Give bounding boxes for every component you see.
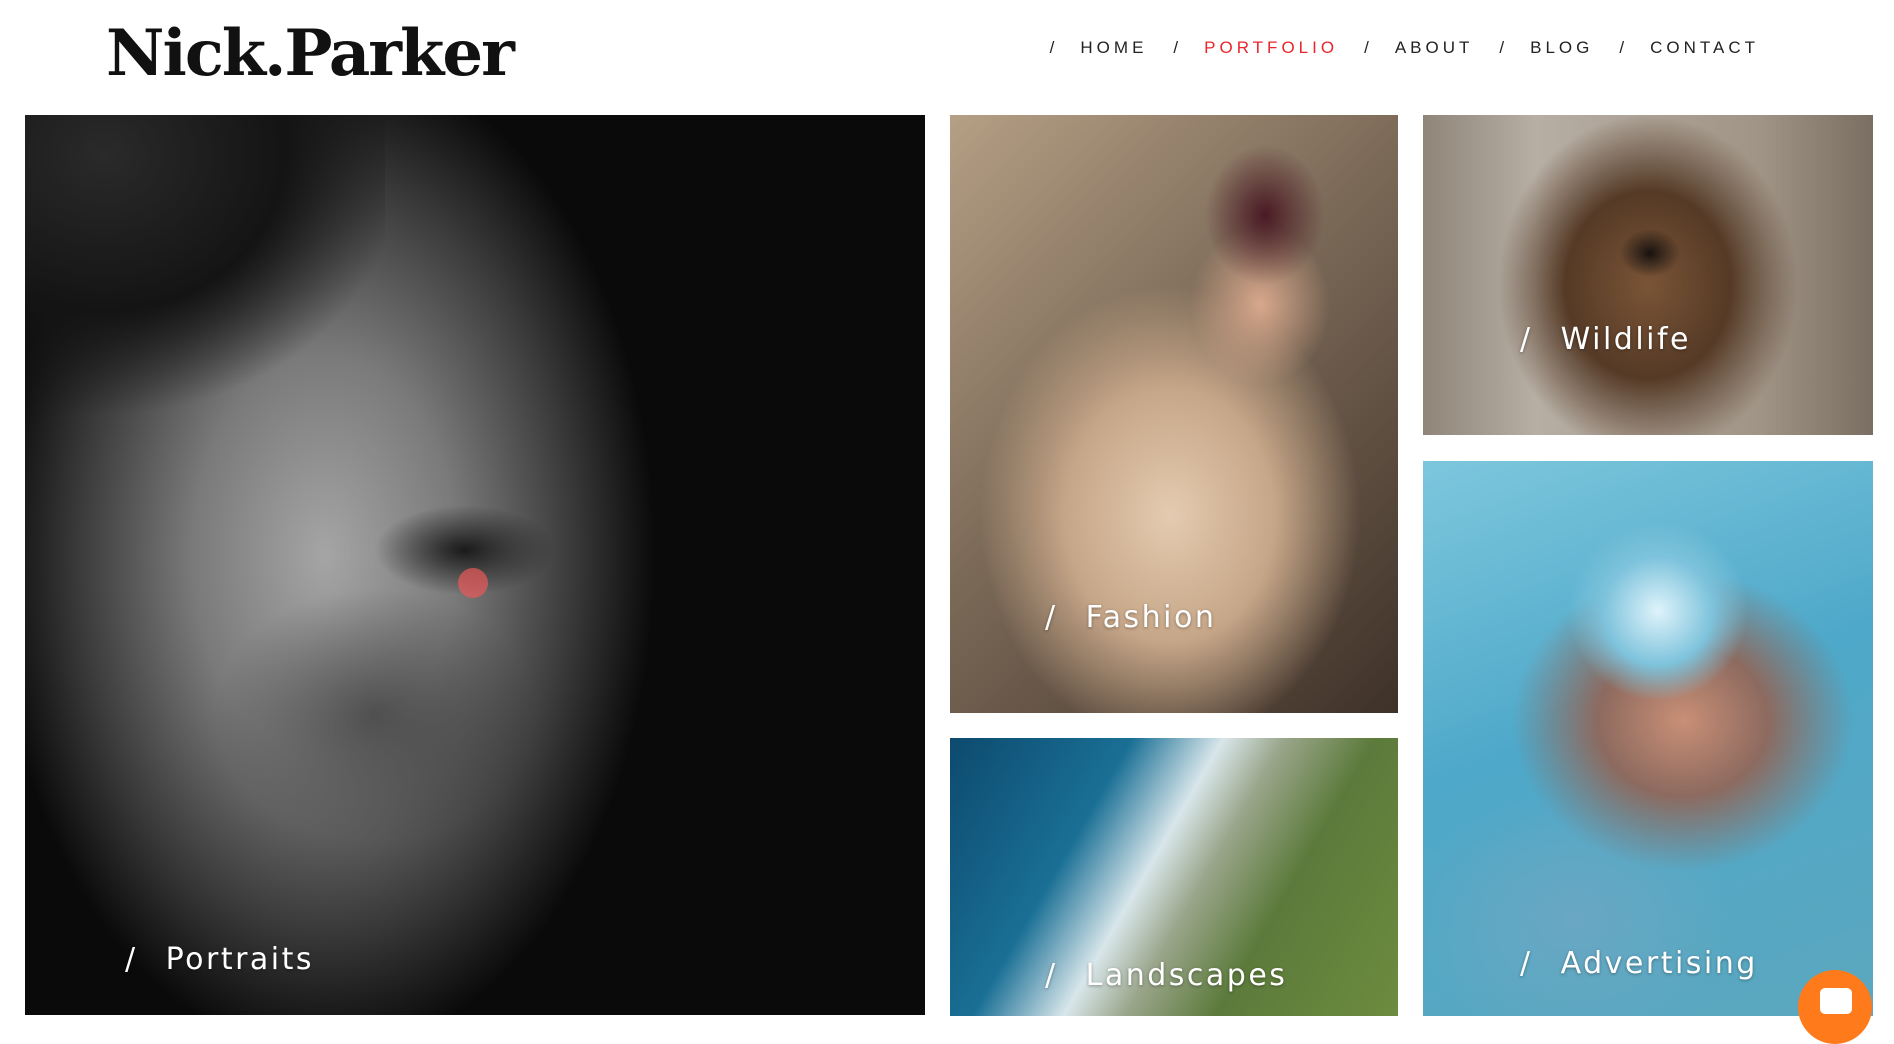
portfolio-tile-fashion[interactable]: / Fashion bbox=[950, 115, 1398, 713]
tile-slash: / bbox=[1045, 958, 1058, 993]
wildlife-image bbox=[1423, 115, 1873, 435]
cursor-indicator bbox=[458, 568, 488, 598]
portfolio-tile-wildlife[interactable]: / Wildlife bbox=[1423, 115, 1873, 435]
portraits-image-hair bbox=[25, 115, 385, 415]
portfolio-tile-advertising[interactable]: / Advertising bbox=[1423, 461, 1873, 1016]
tile-slash: / bbox=[1520, 946, 1533, 981]
advertising-image bbox=[1423, 461, 1873, 1016]
tile-label-fashion: / Fashion bbox=[1045, 600, 1216, 635]
tile-title: Advertising bbox=[1560, 946, 1758, 981]
nav-item-home[interactable]: HOME bbox=[1080, 38, 1147, 58]
tile-label-landscapes: / Landscapes bbox=[1045, 958, 1287, 993]
site-logo[interactable]: Nick.Parker bbox=[106, 14, 515, 94]
nav-separator: / bbox=[1173, 38, 1179, 57]
nav-separator: / bbox=[1499, 38, 1505, 57]
portfolio-tile-portraits[interactable]: / Portraits bbox=[25, 115, 925, 1015]
tile-title: Portraits bbox=[165, 942, 315, 977]
main-nav: / HOME / PORTFOLIO / ABOUT / BLOG / CONT… bbox=[1024, 38, 1759, 58]
tile-label-wildlife: / Wildlife bbox=[1520, 322, 1691, 357]
nav-item-blog[interactable]: BLOG bbox=[1530, 38, 1593, 58]
nav-separator: / bbox=[1364, 38, 1369, 57]
tile-label-advertising: / Advertising bbox=[1520, 946, 1758, 981]
tile-slash: / bbox=[125, 942, 138, 977]
nav-item-contact[interactable]: CONTACT bbox=[1650, 38, 1759, 58]
site-header: Nick.Parker / HOME / PORTFOLIO / ABOUT /… bbox=[0, 0, 1894, 115]
nav-separator: / bbox=[1049, 38, 1055, 57]
nav-separator: / bbox=[1619, 38, 1625, 57]
chat-button[interactable] bbox=[1798, 970, 1872, 1044]
tile-title: Fashion bbox=[1085, 600, 1217, 635]
tile-slash: / bbox=[1520, 322, 1533, 357]
chat-icon bbox=[1820, 988, 1852, 1014]
tile-title: Wildlife bbox=[1560, 322, 1692, 357]
tile-slash: / bbox=[1045, 600, 1058, 635]
portfolio-tile-landscapes[interactable]: / Landscapes bbox=[950, 738, 1398, 1016]
tile-label-portraits: / Portraits bbox=[125, 942, 314, 977]
nav-item-portfolio[interactable]: PORTFOLIO bbox=[1204, 38, 1338, 58]
nav-item-about[interactable]: ABOUT bbox=[1395, 38, 1474, 58]
tile-title: Landscapes bbox=[1085, 958, 1288, 993]
